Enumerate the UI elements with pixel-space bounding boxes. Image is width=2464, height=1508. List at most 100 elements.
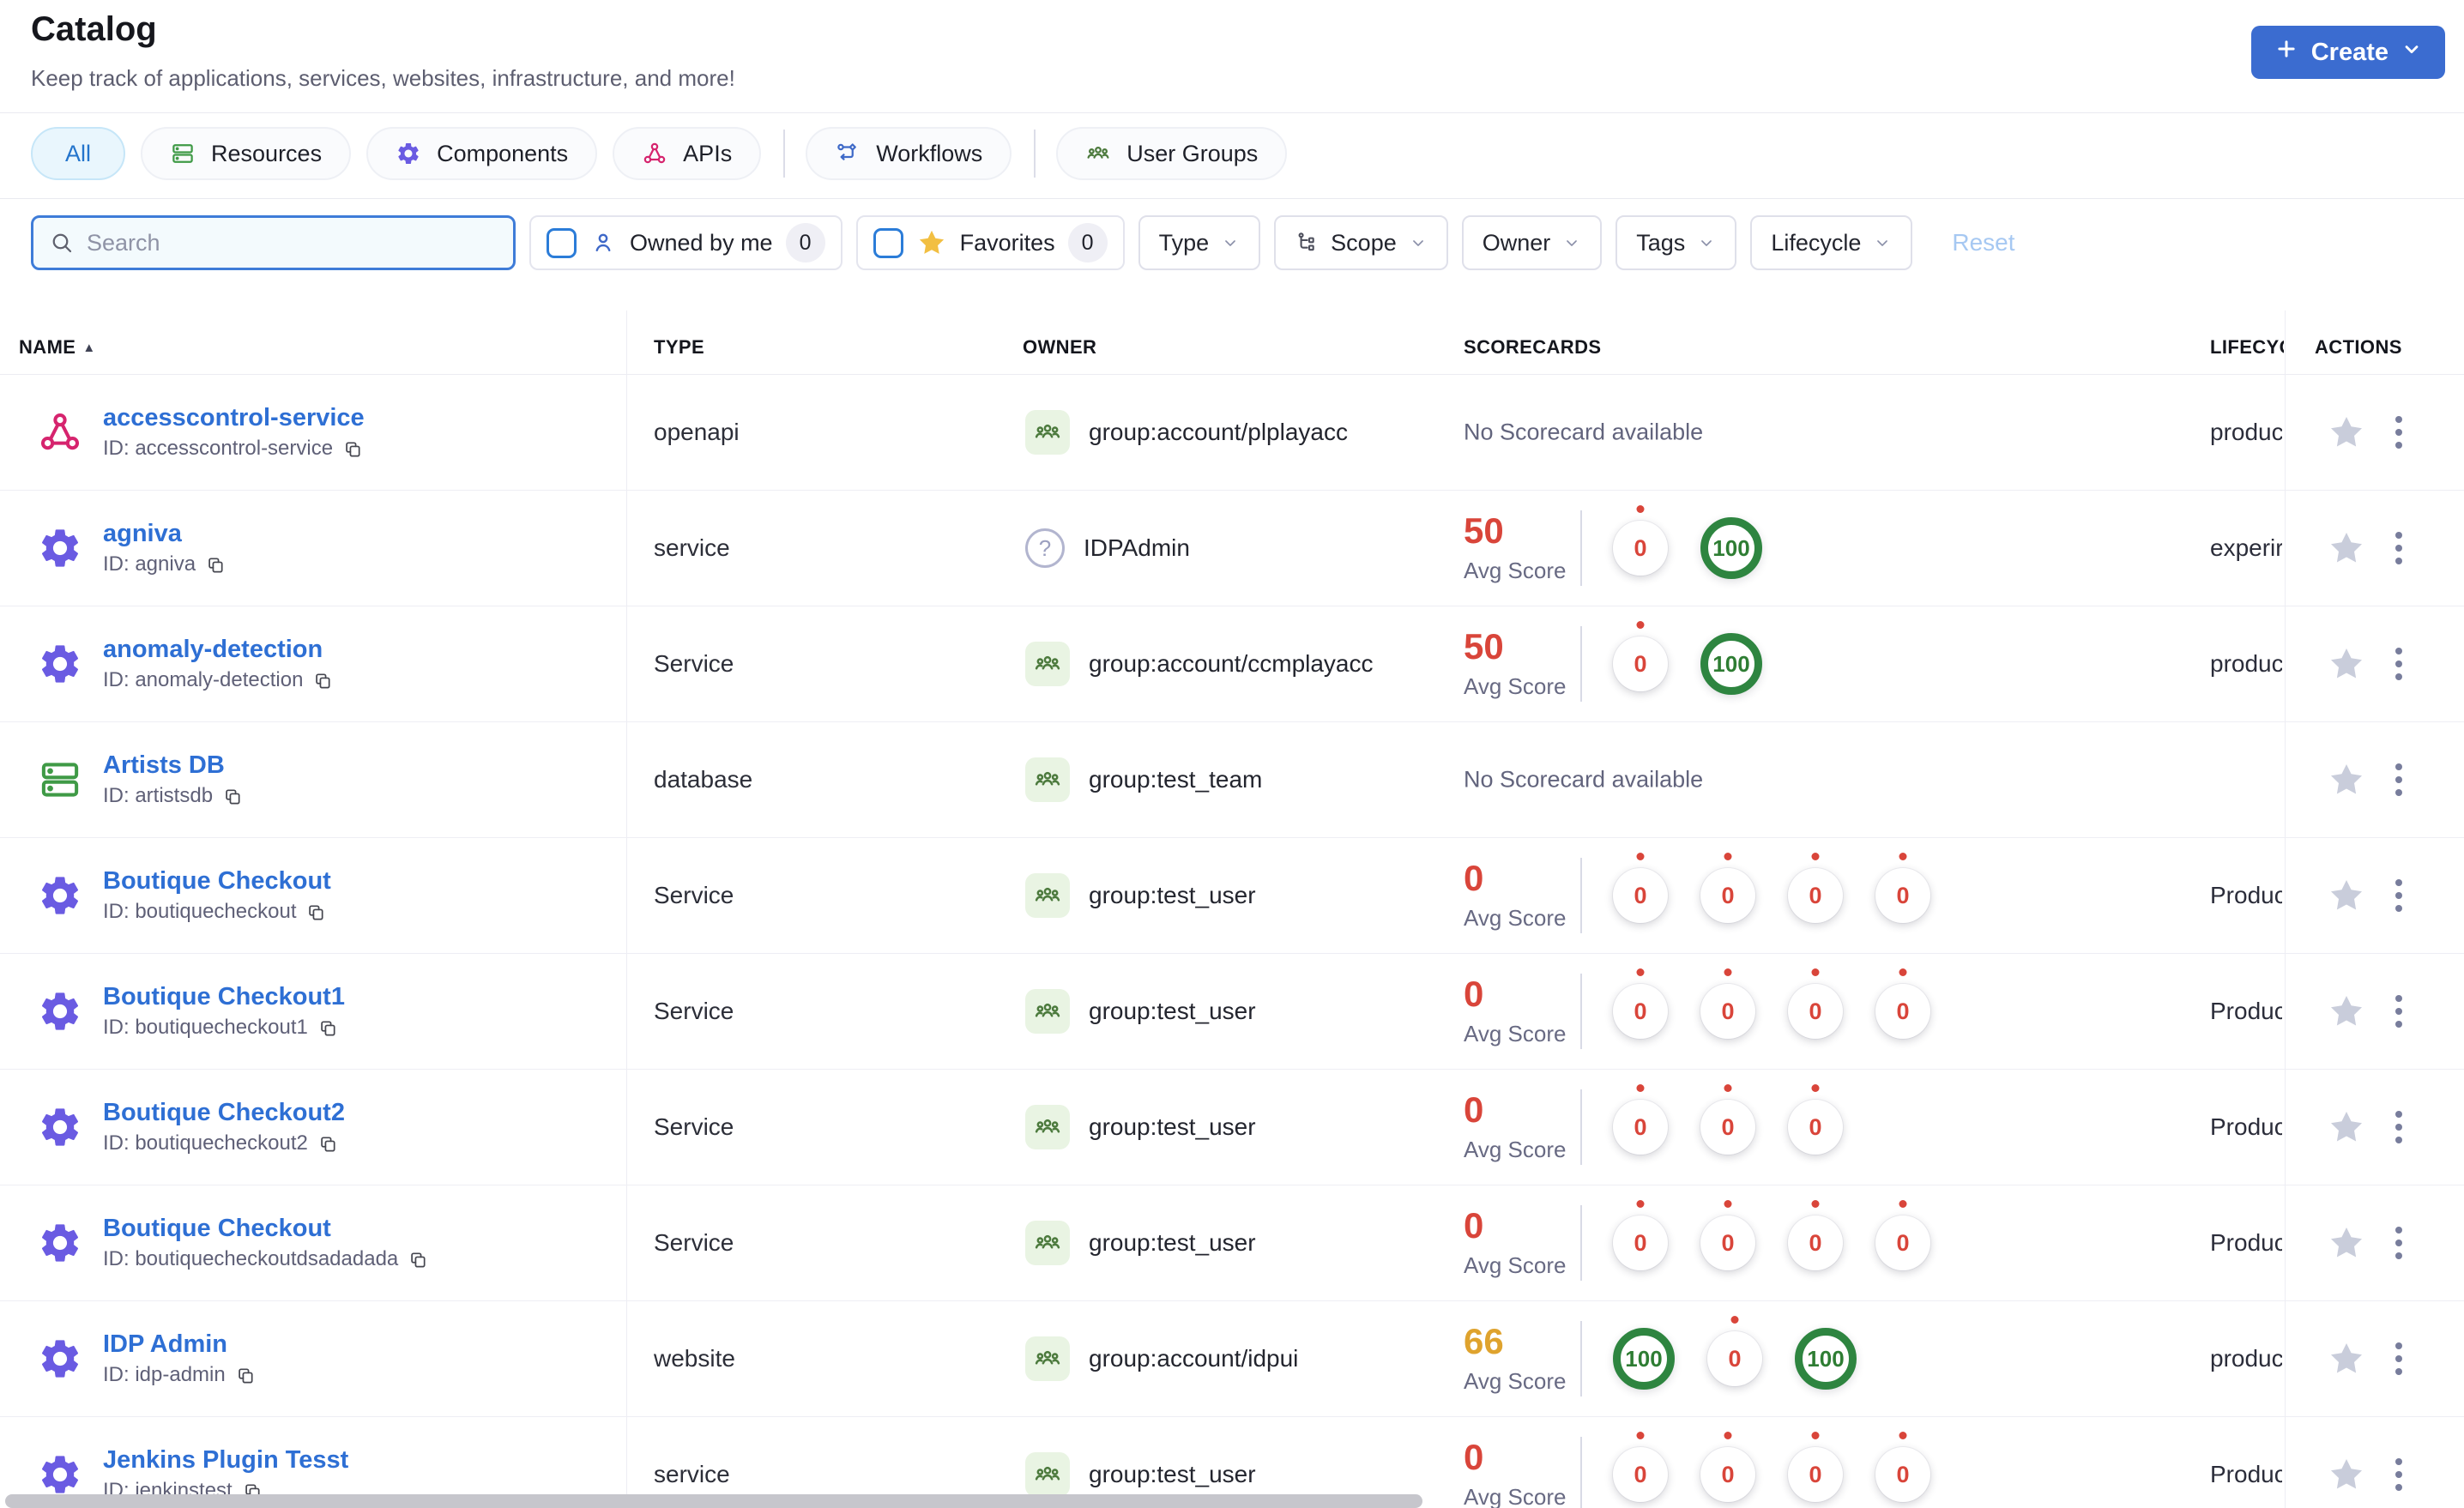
scorecard-badge[interactable]: 0 xyxy=(1613,868,1668,923)
copy-icon[interactable] xyxy=(313,671,333,691)
scope-filter-dropdown[interactable]: Scope xyxy=(1274,215,1448,270)
favorite-star-button[interactable] xyxy=(2327,760,2366,799)
kebab-menu-button[interactable] xyxy=(2392,528,2406,568)
entity-name-link[interactable]: Boutique Checkout xyxy=(103,869,331,894)
entity-name-link[interactable]: IDP Admin xyxy=(103,1332,256,1357)
copy-icon[interactable] xyxy=(306,902,326,922)
favorite-star-button[interactable] xyxy=(2327,876,2366,915)
tab-user-groups[interactable]: User Groups xyxy=(1056,127,1288,180)
scorecard-badge[interactable]: 0 xyxy=(1700,1447,1755,1502)
favorite-star-button[interactable] xyxy=(2327,1223,2366,1263)
copy-icon[interactable] xyxy=(343,439,363,459)
create-button[interactable]: Create xyxy=(2250,26,2445,79)
scorecard-badge[interactable]: 0 xyxy=(1788,1447,1843,1502)
kebab-menu-button[interactable] xyxy=(2392,413,2406,452)
favorite-star-button[interactable] xyxy=(2327,1455,2366,1494)
entity-id-text: ID: boutiquecheckoutdsadadada xyxy=(103,1247,399,1270)
scorecard-badge[interactable]: 0 xyxy=(1875,1215,1930,1270)
scorecard-badge[interactable]: 100 xyxy=(1700,633,1762,695)
type-filter-dropdown[interactable]: Type xyxy=(1138,215,1261,270)
scorecard-badge[interactable]: 0 xyxy=(1875,984,1930,1039)
kebab-menu-button[interactable] xyxy=(2392,644,2406,684)
kebab-menu-button[interactable] xyxy=(2392,1455,2406,1494)
search-box[interactable] xyxy=(31,215,516,270)
copy-icon[interactable] xyxy=(206,555,226,575)
chevron-down-icon xyxy=(1221,233,1240,252)
scorecard-badge[interactable]: 0 xyxy=(1700,1100,1755,1155)
column-header-type[interactable]: TYPE xyxy=(654,336,704,359)
scorecard-badge[interactable]: 0 xyxy=(1707,1331,1762,1386)
scorecard-badge[interactable]: 0 xyxy=(1788,1100,1843,1155)
scorecard-badge[interactable]: 100 xyxy=(1795,1328,1857,1390)
score-divider xyxy=(1580,974,1582,1049)
lifecycle-cell: Produc xyxy=(2210,998,2282,1024)
horizontal-scrollbar[interactable] xyxy=(5,1494,1422,1508)
scorecard-badge[interactable]: 0 xyxy=(1788,984,1843,1039)
entity-name-link[interactable]: Boutique Checkout xyxy=(103,1216,428,1241)
favorite-star-button[interactable] xyxy=(2327,644,2366,684)
entity-name-link[interactable]: Boutique Checkout1 xyxy=(103,985,345,1010)
lifecycle-filter-dropdown[interactable]: Lifecycle xyxy=(1750,215,1913,270)
kebab-menu-button[interactable] xyxy=(2392,876,2406,915)
kebab-menu-button[interactable] xyxy=(2392,1107,2406,1147)
column-header-lifecycle[interactable]: LIFECYC xyxy=(2210,336,2284,359)
entity-name-link[interactable]: accesscontrol-service xyxy=(103,406,365,431)
reset-filters-button[interactable]: Reset xyxy=(1952,229,2014,256)
tab-components[interactable]: Components xyxy=(366,127,598,180)
favorite-star-button[interactable] xyxy=(2327,528,2366,568)
scorecard-badge[interactable]: 0 xyxy=(1875,1447,1930,1502)
scorecard-badge[interactable]: 0 xyxy=(1613,636,1668,691)
owned-by-me-checkbox[interactable] xyxy=(547,227,577,258)
favorite-star-button[interactable] xyxy=(2327,992,2366,1031)
owned-by-me-filter[interactable]: Owned by me 0 xyxy=(529,215,842,270)
entity-name-link[interactable]: agniva xyxy=(103,522,226,546)
scorecard-badge[interactable]: 100 xyxy=(1700,517,1762,579)
kebab-menu-button[interactable] xyxy=(2392,760,2406,799)
scorecard-badge[interactable]: 0 xyxy=(1613,1100,1668,1155)
favorites-filter[interactable]: Favorites 0 xyxy=(855,215,1125,270)
scorecard-badge[interactable]: 100 xyxy=(1613,1328,1675,1390)
name-cell: Artists DB ID: artistsdb xyxy=(36,753,243,806)
scorecard-badge[interactable]: 0 xyxy=(1700,984,1755,1039)
entity-name-link[interactable]: anomaly-detection xyxy=(103,637,333,662)
favorite-star-button[interactable] xyxy=(2327,1107,2366,1147)
kebab-menu-button[interactable] xyxy=(2392,1339,2406,1378)
scorecard-badge[interactable]: 0 xyxy=(1613,1447,1668,1502)
scorecard-badge[interactable]: 0 xyxy=(1613,1215,1668,1270)
entity-name-link[interactable]: Boutique Checkout2 xyxy=(103,1101,345,1125)
scorecard-badge[interactable]: 0 xyxy=(1613,984,1668,1039)
scorecard-badge[interactable]: 0 xyxy=(1700,868,1755,923)
kebab-menu-button[interactable] xyxy=(2392,1223,2406,1263)
entity-id-text: ID: boutiquecheckout2 xyxy=(103,1131,308,1155)
kebab-menu-button[interactable] xyxy=(2392,992,2406,1031)
scorecard-badge[interactable]: 0 xyxy=(1700,1215,1755,1270)
entity-name-link[interactable]: Artists DB xyxy=(103,753,243,778)
actions-cell xyxy=(2327,760,2406,799)
column-header-name[interactable]: NAME ▲ xyxy=(19,336,96,359)
actions-cell xyxy=(2327,1339,2406,1378)
copy-icon[interactable] xyxy=(318,1018,338,1038)
tab-all[interactable]: All xyxy=(31,127,126,180)
favorite-star-button[interactable] xyxy=(2327,413,2366,452)
search-input[interactable] xyxy=(87,229,498,256)
tab-apis[interactable]: APIs xyxy=(613,127,762,180)
scorecard-badge[interactable]: 0 xyxy=(1613,521,1668,576)
tab-workflows[interactable]: Workflows xyxy=(806,127,1012,180)
scorecard-badge[interactable]: 0 xyxy=(1875,868,1930,923)
copy-icon[interactable] xyxy=(318,1134,338,1154)
copy-icon[interactable] xyxy=(236,1366,256,1385)
scorecard-badge[interactable]: 0 xyxy=(1788,868,1843,923)
entity-id-text: ID: artistsdb xyxy=(103,784,214,807)
owner-label: group:account/plplayacc xyxy=(1089,419,1348,445)
tags-filter-dropdown[interactable]: Tags xyxy=(1615,215,1737,270)
favorite-star-button[interactable] xyxy=(2327,1339,2366,1378)
entity-name-link[interactable]: Jenkins Plugin Tesst xyxy=(103,1448,348,1473)
copy-icon[interactable] xyxy=(223,787,243,806)
scorecard-badge[interactable]: 0 xyxy=(1788,1215,1843,1270)
copy-icon[interactable] xyxy=(408,1250,428,1270)
column-header-owner[interactable]: OWNER xyxy=(1023,336,1096,359)
column-header-scorecards[interactable]: SCORECARDS xyxy=(1464,336,1601,359)
tab-resources[interactable]: Resources xyxy=(141,127,352,180)
owner-filter-dropdown[interactable]: Owner xyxy=(1461,215,1603,270)
favorites-checkbox[interactable] xyxy=(873,227,903,258)
